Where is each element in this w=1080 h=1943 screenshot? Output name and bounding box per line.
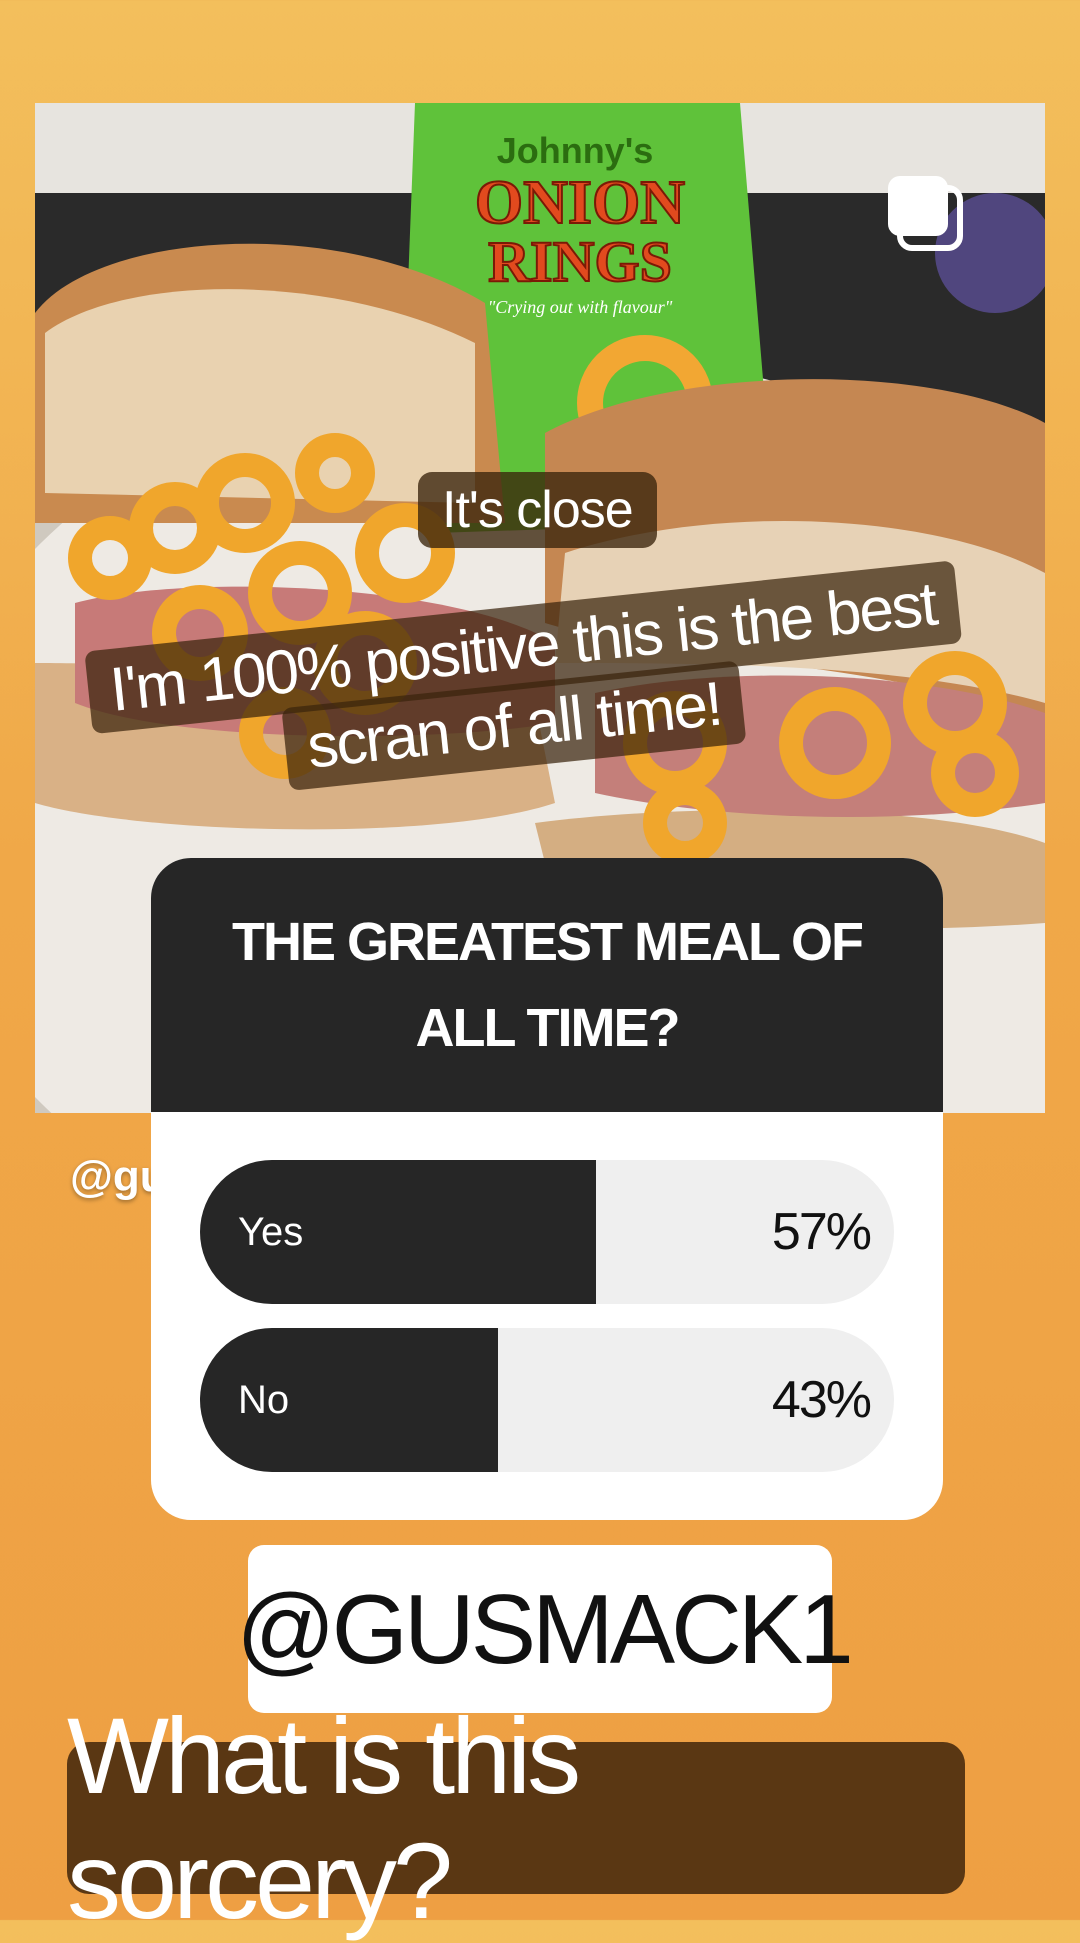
poll-option-no[interactable]: No 43% <box>200 1328 894 1472</box>
poll-question: THE GREATEST MEAL OF ALL TIME? <box>151 858 943 1112</box>
its-close-sticker[interactable]: It's close <box>418 472 657 548</box>
poll-option-label: No <box>238 1378 290 1422</box>
poll-sticker: THE GREATEST MEAL OF ALL TIME? Yes 57% N… <box>151 858 943 1520</box>
svg-text:"Crying out with flavour": "Crying out with flavour" <box>488 297 673 317</box>
poll-option-percent: 43% <box>771 1371 872 1429</box>
caption-sticker[interactable]: What is this sorcery? <box>67 1695 965 1941</box>
mention-handle: @GUSMACK1 <box>236 1573 853 1684</box>
carousel-stack-icon <box>888 176 963 251</box>
poll-option-yes[interactable]: Yes 57% <box>200 1160 894 1304</box>
svg-text:ONION: ONION <box>475 169 685 237</box>
mention-sticker[interactable]: @GUSMACK1 <box>236 1545 854 1713</box>
poll-option-label: Yes <box>238 1210 304 1254</box>
poll-option-percent: 57% <box>771 1203 872 1261</box>
svg-text:Johnny's: Johnny's <box>497 130 654 171</box>
svg-text:RINGS: RINGS <box>488 229 672 294</box>
